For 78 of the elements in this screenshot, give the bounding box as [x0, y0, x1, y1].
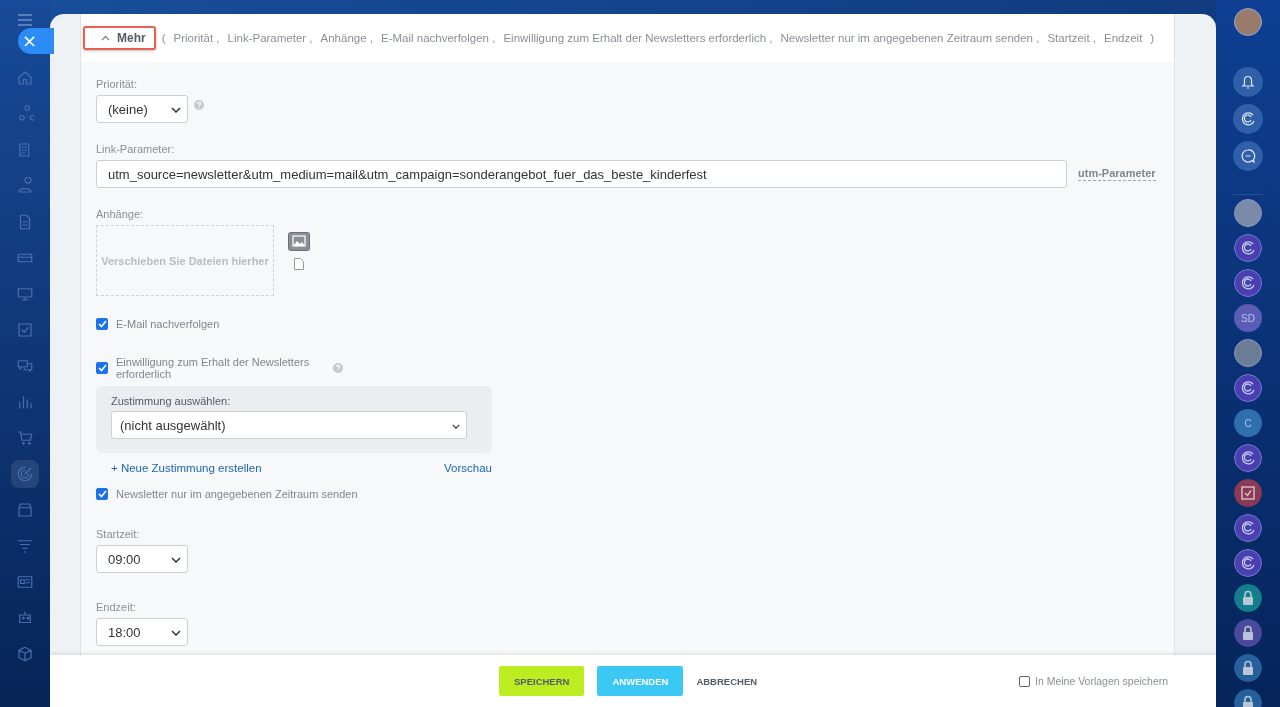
lock-icon[interactable]	[1234, 619, 1262, 647]
nav-item[interactable]	[11, 460, 39, 488]
start-time-select[interactable]: 09:00	[96, 545, 188, 573]
field-link[interactable]: Priorität ,	[173, 32, 220, 44]
field-link[interactable]: Einwilligung zum Erhalt der Newsletters erforderlich ,	[503, 32, 773, 44]
paren: (	[161, 32, 166, 44]
field-label: Startzeit:	[96, 528, 141, 540]
user-avatar[interactable]	[1234, 8, 1262, 36]
spiral-icon[interactable]	[1234, 269, 1262, 297]
checkbox[interactable]	[96, 362, 108, 374]
priority-select[interactable]: (keine)	[96, 95, 188, 123]
chat-search-icon[interactable]	[1233, 141, 1263, 171]
board-icon	[16, 285, 34, 303]
spiral-icon[interactable]	[1233, 104, 1263, 134]
checkbox-label: Newsletter nur im angegebenen Zeitraum senden	[116, 488, 358, 500]
end-time-select[interactable]: 18:00	[96, 618, 188, 646]
field-label: Link-Parameter:	[96, 143, 176, 155]
file-dropzone[interactable]: Verschieben Sie Dateien hierher	[96, 225, 274, 296]
cancel-button[interactable]: ABBRECHEN	[696, 666, 758, 696]
spiral-icon[interactable]	[1234, 234, 1262, 262]
preview-link[interactable]: Vorschau	[444, 462, 492, 474]
checkbox-option[interactable]: E-Mail nachverfolgen	[96, 318, 1159, 330]
cart-icon	[16, 429, 34, 447]
link-parameter-field[interactable]: utm_source=newsletter&utm_medium=mail&utm_campaign=sonderangebot_fuer_das_beste_kinderfest	[96, 160, 1067, 188]
checkbox-icon[interactable]	[1234, 479, 1262, 507]
field-link[interactable]: Link-Parameter ,	[227, 32, 313, 44]
more-toggle[interactable]: Mehr	[83, 26, 156, 50]
flow-icon	[16, 105, 34, 123]
field-label: Zustimmung auswählen:	[111, 395, 232, 407]
field-link[interactable]: E-Mail nachverfolgen ,	[381, 32, 496, 44]
checkbox[interactable]	[96, 318, 108, 330]
funnel-icon	[16, 537, 34, 555]
menu-icon[interactable]	[18, 14, 32, 26]
chevron-down-icon	[452, 424, 460, 429]
spiral-icon[interactable]	[1234, 374, 1262, 402]
people-icon	[16, 177, 34, 195]
idcard-icon	[16, 573, 34, 591]
bell-icon[interactable]	[1233, 67, 1263, 97]
home-icon	[16, 69, 34, 87]
close-button[interactable]: ×	[18, 28, 54, 54]
spiral-icon[interactable]	[1234, 514, 1262, 542]
image-icon[interactable]	[288, 232, 310, 251]
check-icon	[16, 321, 34, 339]
field-link[interactable]: Newsletter nur im angegebenen Zeitraum senden ,	[780, 32, 1040, 44]
field-label: Priorität:	[96, 78, 138, 90]
chart-icon	[16, 393, 34, 411]
field-label: Endzeit:	[96, 601, 137, 613]
lock-icon[interactable]	[1234, 654, 1262, 682]
utm-parameter-link[interactable]: utm-Parameter	[1078, 167, 1156, 181]
save-button[interactable]: SPEICHERN	[499, 666, 585, 696]
caret-icon	[101, 35, 110, 41]
contact-initials[interactable]: SD	[1234, 304, 1262, 332]
chevron-down-icon	[171, 107, 181, 113]
checkbox-label: E-Mail nachverfolgen	[116, 318, 220, 330]
field-link[interactable]: Startzeit ,	[1047, 32, 1096, 44]
consent-select[interactable]: (nicht ausgewählt)	[111, 411, 467, 439]
checkbox-option[interactable]: Newsletter nur im angegebenen Zeitraum senden	[96, 488, 1159, 500]
apply-button[interactable]: ANWENDEN	[597, 666, 684, 696]
field-label: Anhänge:	[96, 208, 145, 220]
chevron-down-icon	[171, 557, 181, 563]
box-icon	[16, 645, 34, 663]
paren: )	[1150, 32, 1155, 44]
checkbox[interactable]	[96, 488, 108, 500]
contact-initials[interactable]: C	[1234, 409, 1262, 437]
spiral-icon[interactable]	[1234, 549, 1262, 577]
contact-avatar[interactable]	[1234, 199, 1262, 227]
store-icon	[16, 501, 34, 519]
field-link[interactable]: Endzeit	[1103, 32, 1143, 44]
spiral-icon[interactable]	[1234, 444, 1262, 472]
lock-icon[interactable]	[1234, 584, 1262, 612]
contact-avatar[interactable]	[1234, 339, 1262, 367]
checkbox[interactable]	[1019, 675, 1030, 687]
file-icon[interactable]	[294, 258, 304, 270]
chevron-down-icon	[171, 630, 181, 636]
target-icon	[16, 465, 34, 483]
field-link[interactable]: Anhänge ,	[320, 32, 373, 44]
create-consent-link[interactable]: + Neue Zustimmung erstellen	[111, 462, 262, 474]
chat-icon	[16, 357, 34, 375]
